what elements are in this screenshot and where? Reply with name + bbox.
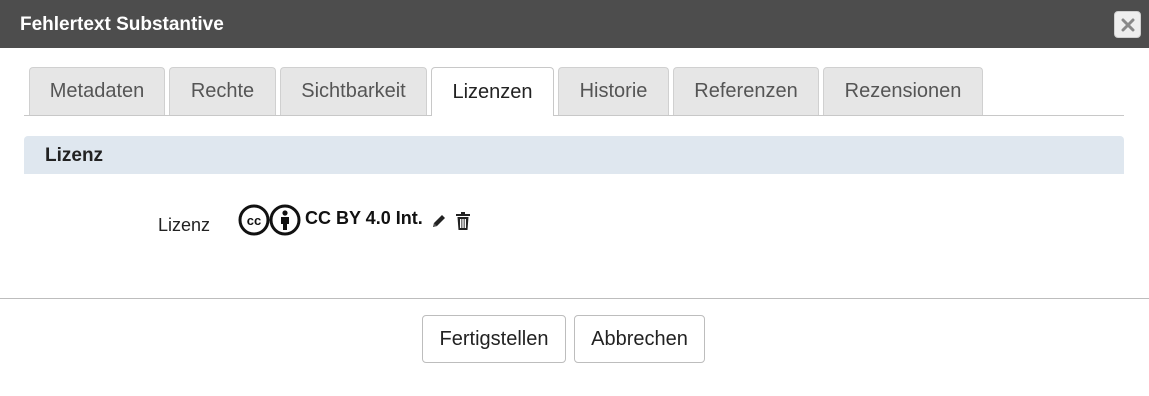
tab-label: Rezensionen: [844, 80, 962, 102]
dialog-titlebar: Fehlertext Substantive: [0, 0, 1149, 48]
license-badge: cc: [238, 204, 302, 241]
svg-text:cc: cc: [247, 213, 261, 228]
dialog-title: Fehlertext Substantive: [20, 14, 224, 35]
tab-label: Rechte: [190, 80, 255, 102]
tab-label: Referenzen: [694, 80, 798, 102]
close-button[interactable]: [1114, 11, 1141, 38]
tab-label: Metadaten: [49, 80, 145, 102]
tab-bar: Metadaten Rechte Sichtbarkeit Lizenzen H…: [24, 67, 1124, 116]
tab-sichtbarkeit[interactable]: Sichtbarkeit: [280, 67, 427, 115]
section-title: Lizenz: [45, 145, 104, 166]
tab-label: Sichtbarkeit: [301, 80, 406, 102]
tab-label: Historie: [579, 80, 648, 102]
tab-lizenzen[interactable]: Lizenzen: [431, 67, 554, 116]
tab-label: Lizenzen: [452, 80, 533, 103]
cc-icon: cc: [238, 204, 270, 236]
tab-historie[interactable]: Historie: [558, 67, 669, 115]
tab-rezensionen[interactable]: Rezensionen: [823, 67, 983, 115]
section-header: Lizenz: [24, 136, 1124, 174]
edit-pencil-icon[interactable]: [430, 212, 448, 235]
close-icon: [1121, 18, 1134, 31]
by-attribution-icon: [269, 204, 301, 236]
footer-divider: [0, 298, 1149, 299]
tab-referenzen[interactable]: Referenzen: [673, 67, 819, 115]
finish-button[interactable]: Fertigstellen: [422, 315, 566, 363]
cancel-button[interactable]: Abbrechen: [574, 315, 705, 363]
license-value: CC BY 4.0 Int.: [305, 208, 423, 228]
tab-rechte[interactable]: Rechte: [169, 67, 276, 115]
delete-trash-icon[interactable]: [455, 211, 471, 236]
license-field-label: Lizenz: [158, 215, 211, 235]
tab-metadaten[interactable]: Metadaten: [29, 67, 165, 115]
